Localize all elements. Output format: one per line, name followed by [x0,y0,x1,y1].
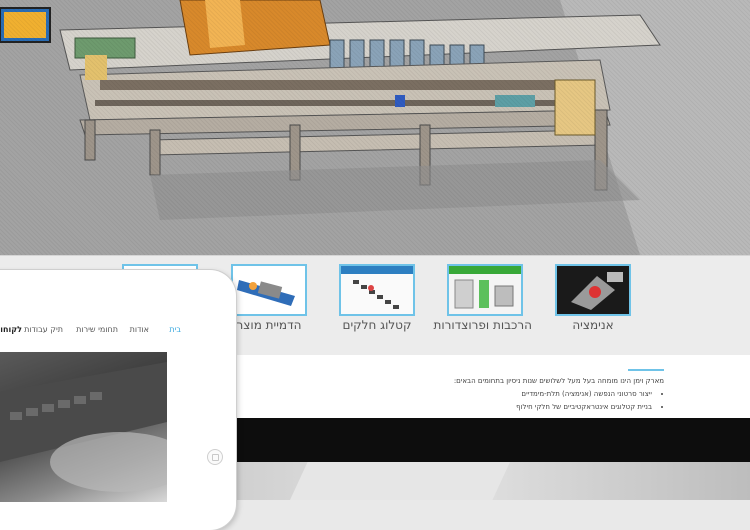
nav-item-clients[interactable]: לקוחות [0,325,22,334]
about-section: מארק וימן הינו מומחה בעל מעל לשלושים שנו… [230,355,750,420]
tablet-device: בית אודות תחומי שירות תיק עבודות לקוחות [0,270,236,530]
thumbnail-assembly[interactable] [447,264,523,316]
nav-item-about[interactable]: אודות [130,325,149,334]
services-list: ייצור סרטוני הנפשה (אנימציה) תלת-מימדיים… [264,388,664,414]
tablet-screen: בית אודות תחומי שירות תיק עבודות לקוחות [0,310,181,502]
keyboard-photo [0,362,167,492]
dark-banner [230,418,750,462]
nav-item-services[interactable]: תחומי שירות [76,325,118,334]
nav-item-home[interactable]: בית [169,325,181,334]
lower-panel [290,462,510,500]
list-item: בניית קטלוגים אינטראקטיביים של חלקי חילו… [264,401,652,414]
thumbnail-label-animation[interactable]: אנימציה [555,318,631,332]
thumbnail-parts-catalog[interactable] [339,264,415,316]
assembly-icon [449,266,521,314]
about-text: מארק וימן הינו מומחה בעל מעל לשלושים שנו… [264,375,664,414]
thumbnail-label-product-simulation[interactable]: הדמיית מוצר [231,318,307,332]
nav-item-portfolio[interactable]: תיק עבודות [24,325,63,334]
list-item: ייצור סרטוני הנפשה (אנימציה) תלת-מימדיים [264,388,652,401]
section-divider [628,369,664,371]
tablet-hero-photo [0,352,167,502]
thumbnail-label-parts-catalog[interactable]: קטלוג חלקים [339,318,415,332]
hero-overlay [0,0,750,255]
tablet-home-button[interactable] [207,449,223,465]
hero-machine-render [0,0,750,255]
thumbnail-product-simulation[interactable] [231,264,307,316]
about-intro: מארק וימן הינו מומחה בעל מעל לשלושים שנו… [453,377,664,385]
product-simulation-icon [233,266,305,314]
tablet-nav: בית אודות תחומי שירות תיק עבודות לקוחות [0,310,181,350]
animation-icon [557,266,629,314]
parts-catalog-icon [341,266,413,314]
thumbnail-label-assembly[interactable]: הרכבות ופרוצדורות [433,318,532,332]
thumbnail-animation[interactable] [555,264,631,316]
